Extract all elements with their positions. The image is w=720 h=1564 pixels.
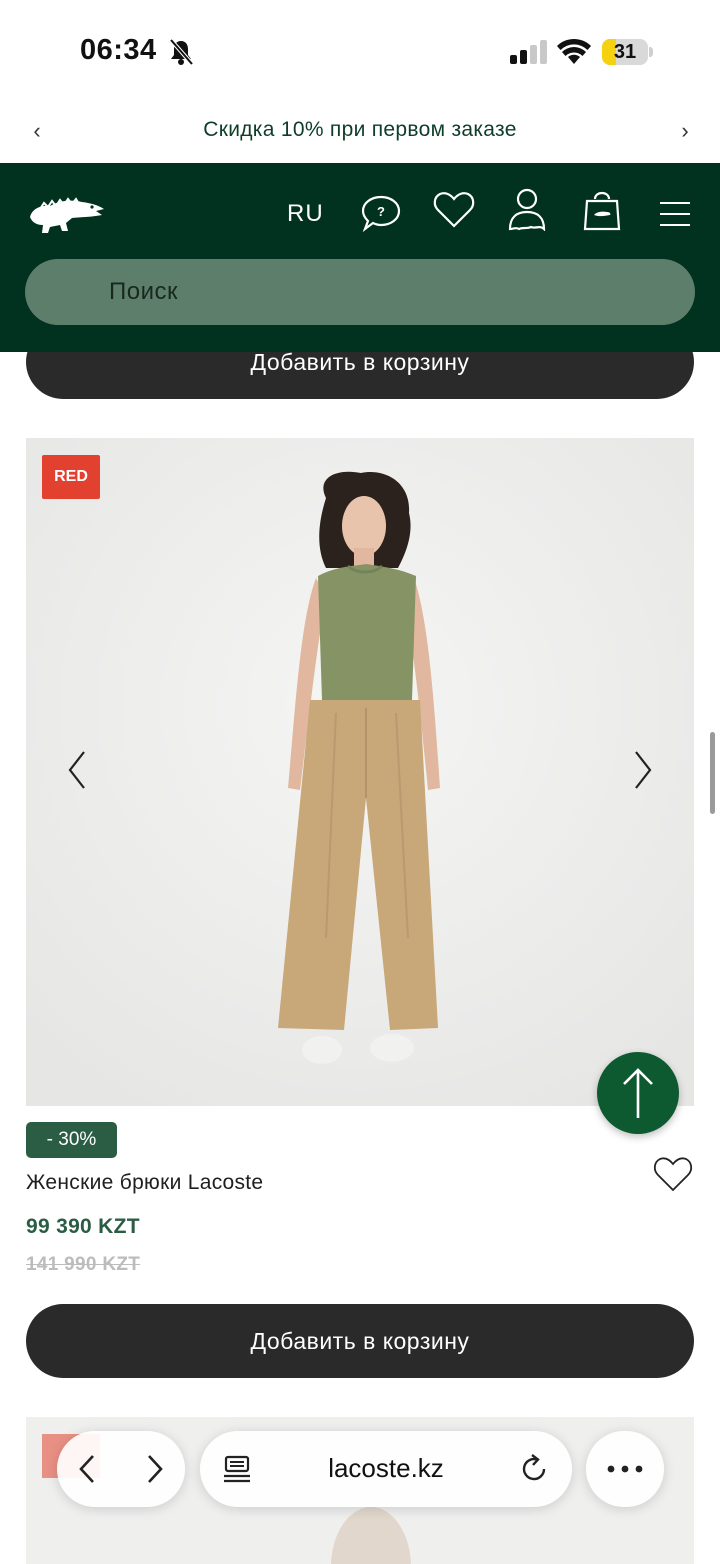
search-input[interactable]: Поиск <box>25 259 695 325</box>
browser-url[interactable]: lacoste.kz <box>200 1453 572 1484</box>
status-time: 06:34 <box>80 34 157 66</box>
arrow-up-icon <box>623 1068 653 1118</box>
promo-banner: ‹ Скидка 10% при первом заказе › <box>0 100 720 163</box>
product-image-carousel[interactable]: RED <box>26 438 694 1106</box>
shopping-bag-icon[interactable] <box>583 187 621 231</box>
product-title[interactable]: Женские брюки Lacoste <box>26 1171 263 1195</box>
product-price: 99 390 KZT <box>26 1215 140 1238</box>
browser-nav-group <box>57 1431 185 1507</box>
help-chat-icon[interactable]: ? <box>360 193 402 235</box>
bell-muted-icon <box>169 38 194 66</box>
lacoste-crocodile-logo[interactable] <box>26 187 108 239</box>
carousel-next-icon[interactable] <box>628 748 658 792</box>
wishlist-heart-icon[interactable] <box>433 191 475 229</box>
language-switcher[interactable]: RU <box>287 200 324 228</box>
reload-icon[interactable] <box>518 1453 550 1485</box>
status-bar: 06:34 31 <box>0 0 720 100</box>
product-photo <box>26 438 694 1106</box>
browser-more-button[interactable] <box>586 1431 664 1507</box>
account-icon[interactable] <box>507 187 547 231</box>
site-header: RU ? Поиск <box>0 163 720 352</box>
browser-address-bar[interactable]: lacoste.kz <box>200 1431 572 1507</box>
carousel-prev-icon[interactable] <box>62 748 92 792</box>
browser-back-icon[interactable] <box>73 1453 103 1485</box>
promo-text[interactable]: Скидка 10% при первом заказе <box>0 118 720 142</box>
product-badge-red: RED <box>42 455 100 499</box>
battery-level: 31 <box>613 41 637 63</box>
add-to-cart-button[interactable]: Добавить в корзину <box>26 1304 694 1378</box>
product-old-price: 141 990 KZT <box>26 1254 141 1275</box>
scroll-to-top-button[interactable] <box>597 1052 679 1134</box>
search-placeholder: Поиск <box>109 278 179 305</box>
more-dots-icon <box>607 1465 643 1473</box>
page-scrollbar[interactable] <box>710 732 715 814</box>
cellular-signal-icon <box>510 40 547 64</box>
battery-icon: 31 <box>602 39 653 65</box>
wifi-icon <box>557 38 591 64</box>
add-to-wishlist-heart-icon[interactable] <box>653 1155 693 1193</box>
promo-next-button[interactable]: › <box>670 118 700 144</box>
svg-text:?: ? <box>377 204 385 219</box>
browser-forward-icon[interactable] <box>139 1453 169 1485</box>
discount-badge: - 30% <box>26 1122 117 1158</box>
menu-icon[interactable] <box>659 201 691 227</box>
